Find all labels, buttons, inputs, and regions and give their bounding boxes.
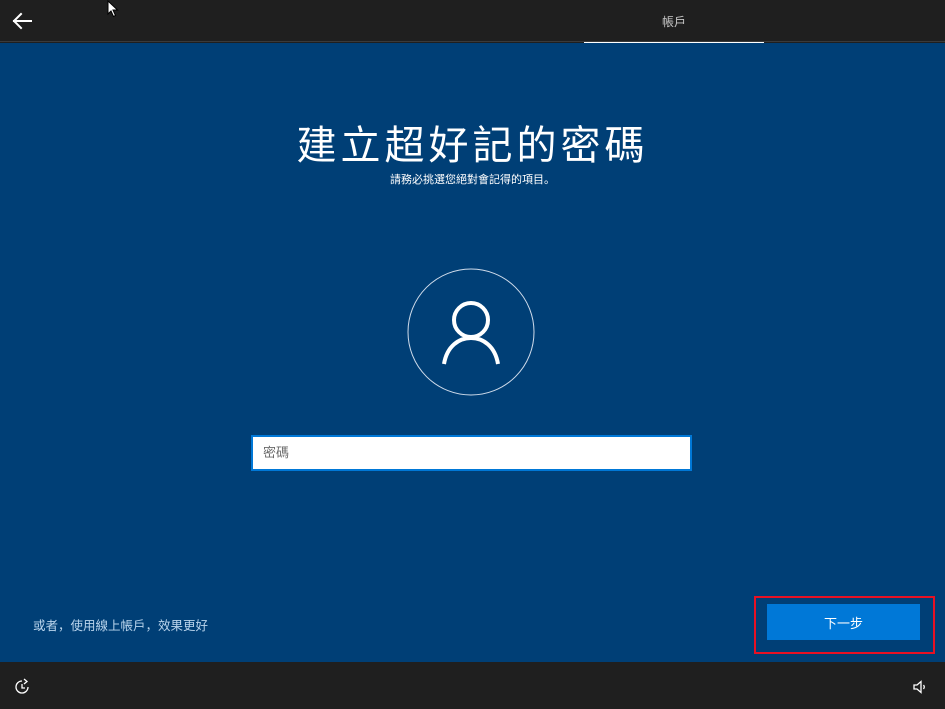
back-arrow-icon bbox=[12, 12, 32, 30]
online-account-link[interactable]: 或者，使用線上帳戶，效果更好 bbox=[33, 615, 208, 634]
user-icon bbox=[407, 268, 535, 396]
back-button[interactable] bbox=[6, 6, 38, 34]
volume-button[interactable] bbox=[910, 677, 930, 697]
top-bar: 帳戶 bbox=[0, 0, 945, 43]
top-bar-divider bbox=[0, 41, 945, 42]
oobe-screen: 帳戶 建立超好記的密碼 請務必挑選您絕對會記得的項目。 或者，使用線上帳戶，效果… bbox=[0, 0, 945, 709]
page-subtitle: 請務必挑選您絕對會記得的項目。 bbox=[390, 173, 555, 186]
page-title: 建立超好記的密碼 bbox=[296, 123, 649, 169]
avatar bbox=[407, 268, 535, 396]
mouse-pointer-icon bbox=[107, 0, 119, 18]
bottom-bar bbox=[0, 662, 945, 709]
password-field[interactable] bbox=[251, 435, 692, 471]
ease-of-access-icon bbox=[15, 678, 29, 694]
tab-account[interactable]: 帳戶 bbox=[584, 0, 764, 43]
main-panel: 建立超好記的密碼 請務必挑選您絕對會記得的項目。 或者，使用線上帳戶，效果更好 … bbox=[0, 43, 945, 662]
next-button[interactable]: 下一步 bbox=[767, 604, 920, 640]
ease-of-access-button[interactable] bbox=[12, 677, 32, 697]
volume-icon bbox=[913, 680, 925, 694]
tab-account-label: 帳戶 bbox=[661, 15, 686, 29]
